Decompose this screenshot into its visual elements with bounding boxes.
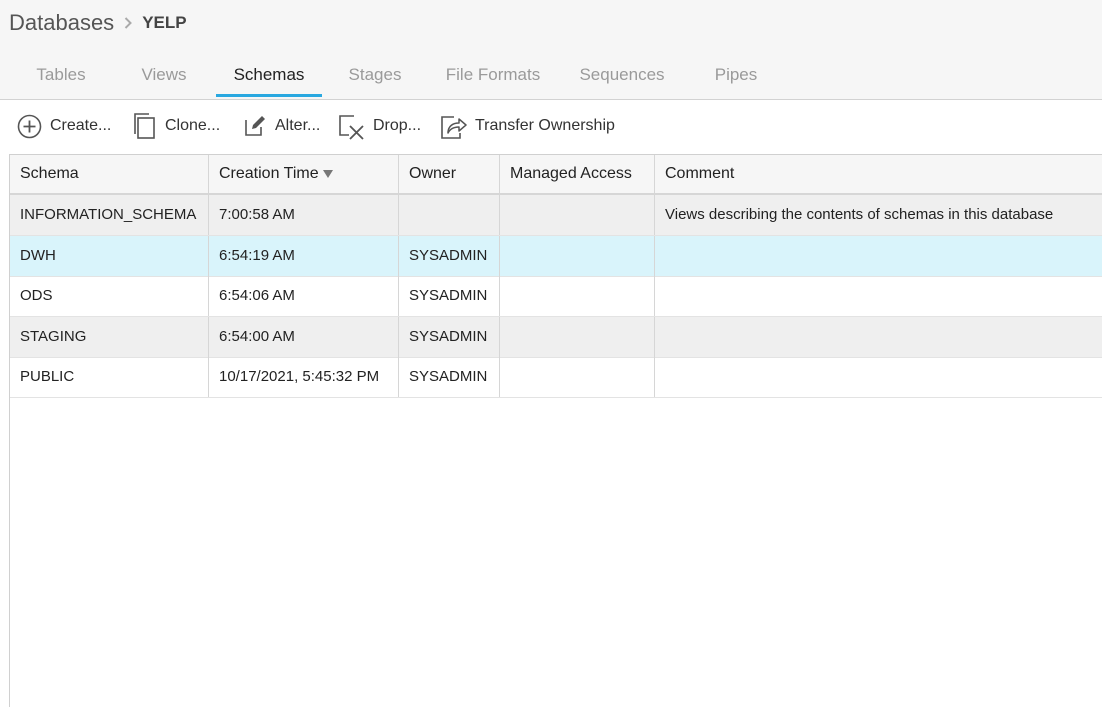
cell-schema: DWH xyxy=(10,236,209,276)
cell-creation-time: 6:54:00 AM xyxy=(209,317,399,357)
delete-icon xyxy=(338,113,365,140)
cell-managed-access xyxy=(500,276,655,316)
clone-button[interactable]: Clone... xyxy=(132,108,220,144)
table-row[interactable]: ODS 6:54:06 AM SYSADMIN xyxy=(10,276,1102,317)
cell-managed-access xyxy=(500,317,655,357)
cell-managed-access xyxy=(500,357,655,397)
cell-managed-access xyxy=(500,236,655,276)
cell-comment xyxy=(655,357,1102,397)
edit-icon xyxy=(243,114,267,138)
column-header-label: Owner xyxy=(409,165,457,182)
transfer-ownership-label: Transfer Ownership xyxy=(475,117,615,134)
tab-file-formats[interactable]: File Formats xyxy=(436,56,550,99)
table-row[interactable]: PUBLIC 10/17/2021, 5:45:32 PM SYSADMIN xyxy=(10,357,1102,398)
drop-button[interactable]: Drop... xyxy=(338,108,421,144)
create-button[interactable]: Create... xyxy=(17,108,111,144)
share-icon xyxy=(440,113,467,140)
column-header-label: Managed Access xyxy=(510,165,632,182)
drop-label: Drop... xyxy=(373,117,422,134)
alter-button[interactable]: Alter... xyxy=(243,108,320,144)
column-header-label: Creation Time xyxy=(219,165,319,182)
tab-views[interactable]: Views xyxy=(125,56,203,99)
cell-creation-time: 7:00:58 AM xyxy=(209,195,399,235)
cell-comment xyxy=(655,276,1102,316)
page-header: Databases YELP Tables Views Schemas Stag… xyxy=(0,0,1102,100)
breadcrumb: Databases YELP xyxy=(9,8,187,38)
cell-comment xyxy=(655,317,1102,357)
tab-sequences[interactable]: Sequences xyxy=(568,56,676,99)
cell-creation-time: 6:54:06 AM xyxy=(209,276,399,316)
breadcrumb-current: YELP xyxy=(142,13,187,32)
transfer-ownership-button[interactable]: Transfer Ownership xyxy=(440,108,615,144)
copy-icon xyxy=(132,112,157,140)
clone-label: Clone... xyxy=(165,117,221,134)
column-header-label: Schema xyxy=(20,165,79,182)
cell-owner: SYSADMIN xyxy=(399,236,500,276)
cell-comment: Views describing the contents of schemas… xyxy=(665,206,1054,223)
tab-pipes[interactable]: Pipes xyxy=(699,56,773,99)
column-header-managed-access[interactable]: Managed Access xyxy=(500,155,655,193)
table-row[interactable]: DWH 6:54:19 AM SYSADMIN xyxy=(10,236,1102,277)
cell-owner: SYSADMIN xyxy=(399,317,500,357)
column-header-label: Comment xyxy=(665,165,735,182)
cell-owner: SYSADMIN xyxy=(399,276,500,316)
column-header-owner[interactable]: Owner xyxy=(399,155,500,193)
create-label: Create... xyxy=(50,117,112,134)
column-header-schema[interactable]: Schema xyxy=(10,155,209,193)
breadcrumb-databases-link[interactable]: Databases xyxy=(9,10,114,36)
column-header-comment[interactable]: Comment xyxy=(655,155,1102,193)
tab-tables[interactable]: Tables xyxy=(22,56,100,99)
alter-label: Alter... xyxy=(275,117,321,134)
table-header: Schema Creation Time Owner Managed Acces… xyxy=(10,155,1102,195)
schemas-table: Schema Creation Time Owner Managed Acces… xyxy=(9,154,1102,707)
cell-creation-time: 10/17/2021, 5:45:32 PM xyxy=(209,357,399,397)
cell-schema: ODS xyxy=(10,276,209,316)
cell-comment xyxy=(655,236,1102,276)
cell-owner xyxy=(399,195,500,235)
tab-schemas[interactable]: Schemas xyxy=(216,56,322,99)
table-row[interactable]: INFORMATION_SCHEMA 7:00:58 AM Views desc… xyxy=(10,195,1102,236)
chevron-right-icon xyxy=(124,17,133,29)
cell-creation-time: 6:54:19 AM xyxy=(209,236,399,276)
cell-owner: SYSADMIN xyxy=(399,357,500,397)
column-header-creation-time[interactable]: Creation Time xyxy=(209,155,399,193)
cell-managed-access xyxy=(500,195,655,235)
toolbar: Create... Clone... Alter... Drop... Tran… xyxy=(0,108,1102,144)
sort-descending-icon xyxy=(322,170,333,178)
cell-schema: STAGING xyxy=(10,317,209,357)
cell-schema: PUBLIC xyxy=(10,357,209,397)
tab-stages[interactable]: Stages xyxy=(337,56,413,99)
plus-circle-icon xyxy=(17,114,42,139)
cell-schema: INFORMATION_SCHEMA xyxy=(10,195,209,235)
table-row[interactable]: STAGING 6:54:00 AM SYSADMIN xyxy=(10,317,1102,358)
